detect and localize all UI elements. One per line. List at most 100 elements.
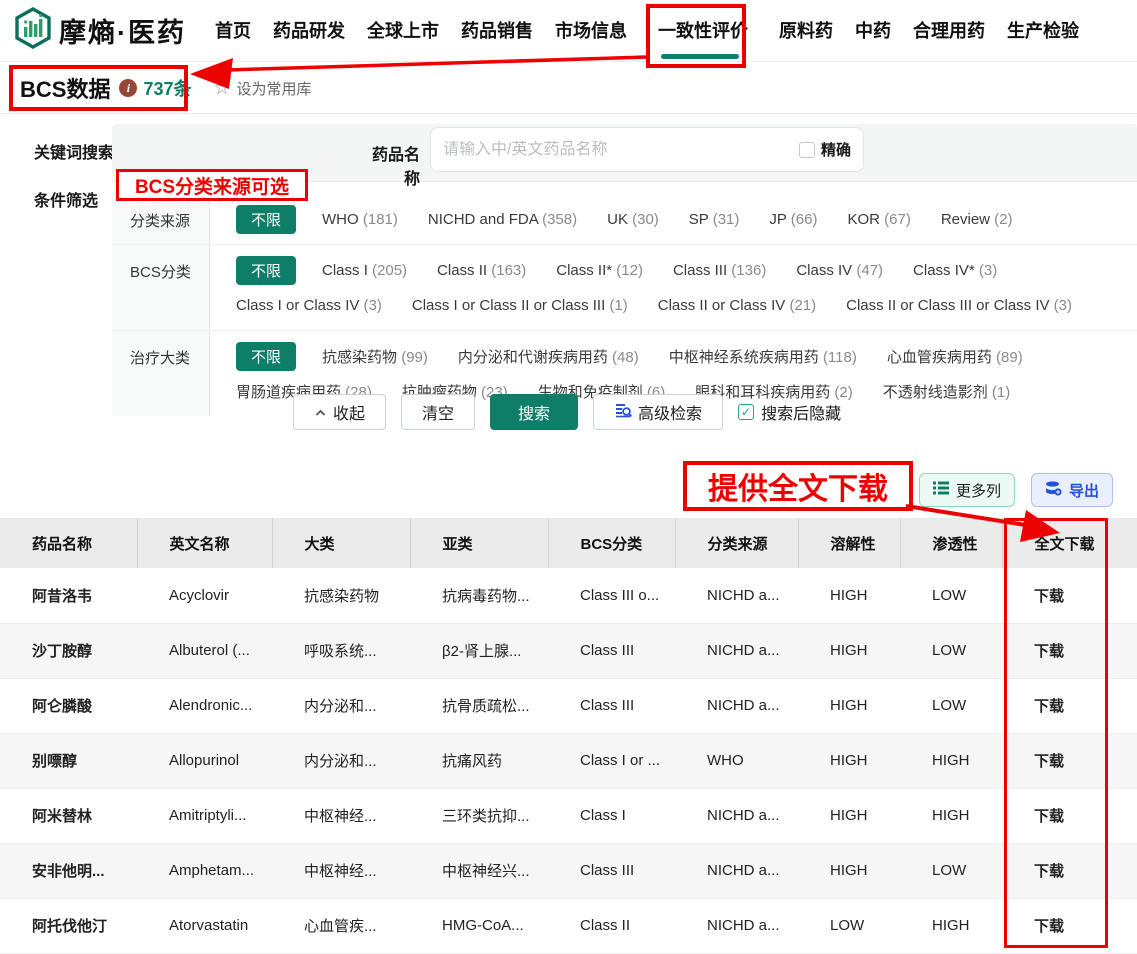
- download-link[interactable]: 下载: [1002, 678, 1137, 733]
- filter-option[interactable]: 抗感染药物 (99): [322, 346, 428, 367]
- column-header-8: 渗透性: [900, 518, 1002, 568]
- filter-option[interactable]: UK (30): [607, 211, 659, 228]
- drug-name-input[interactable]: [443, 141, 799, 159]
- more-columns-label: 更多列: [956, 480, 1001, 501]
- collapse-chevrons-icon: [314, 403, 327, 422]
- nav-item-2[interactable]: 药品研发: [273, 17, 345, 45]
- filter-option[interactable]: Class I (205): [322, 262, 407, 279]
- cell: Amphetam...: [137, 843, 272, 898]
- unlimited-button[interactable]: 不限: [236, 205, 296, 234]
- column-header-9: 全文下载: [1002, 518, 1137, 568]
- cell: NICHD a...: [675, 568, 798, 623]
- hide-after-search-label: 搜索后隐藏: [761, 400, 841, 424]
- hide-after-search-checkbox[interactable]: ✓ 搜索后隐藏: [738, 400, 841, 424]
- cell: NICHD a...: [675, 843, 798, 898]
- drug-name-link[interactable]: 阿仑膦酸: [0, 678, 137, 733]
- export-button[interactable]: 导出: [1031, 473, 1113, 507]
- download-link[interactable]: 下载: [1002, 568, 1137, 623]
- cell: 三环类抗抑...: [410, 788, 548, 843]
- filter-option[interactable]: Review (2): [941, 211, 1013, 228]
- brand-hexagon-icon: [14, 7, 52, 54]
- nav-item-3[interactable]: 全球上市: [367, 17, 439, 45]
- download-link[interactable]: 下载: [1002, 898, 1137, 953]
- exact-checkbox[interactable]: [799, 142, 815, 158]
- cell: Class III: [548, 678, 675, 733]
- set-favorite-button[interactable]: ☆ 设为常用库: [214, 78, 312, 99]
- filter-option[interactable]: Class I or Class IV (3): [236, 297, 382, 314]
- drug-name-link[interactable]: 阿托伐他汀: [0, 898, 137, 953]
- filter-option[interactable]: Class I or Class II or Class III (1): [412, 297, 628, 314]
- drug-name-link[interactable]: 阿昔洛韦: [0, 568, 137, 623]
- info-icon[interactable]: i: [119, 79, 137, 97]
- cell: β2-肾上腺...: [410, 623, 548, 678]
- filter-option[interactable]: NICHD and FDA (358): [428, 211, 577, 228]
- drug-name-input-box: 精确: [430, 127, 864, 172]
- advanced-search-button[interactable]: 高级检索: [593, 394, 723, 430]
- download-link[interactable]: 下载: [1002, 788, 1137, 843]
- clear-button[interactable]: 清空: [401, 394, 475, 430]
- cell: NICHD a...: [675, 623, 798, 678]
- cell: 呼吸系统...: [272, 623, 410, 678]
- filter-option[interactable]: JP (66): [769, 211, 817, 228]
- download-link[interactable]: 下载: [1002, 623, 1137, 678]
- more-columns-button[interactable]: 更多列: [919, 473, 1015, 507]
- filter-option[interactable]: KOR (67): [847, 211, 910, 228]
- table-row-3: 阿仑膦酸Alendronic...内分泌和...抗骨质疏松...Class II…: [0, 678, 1137, 733]
- download-link[interactable]: 下载: [1002, 843, 1137, 898]
- condition-filter-label: 条件筛选: [34, 187, 98, 211]
- nav-item-1[interactable]: 首页: [215, 17, 251, 45]
- filter-option[interactable]: Class II* (12): [556, 262, 643, 279]
- drug-name-link[interactable]: 别嘌醇: [0, 733, 137, 788]
- filter-option[interactable]: Class IV* (3): [913, 262, 997, 279]
- filter-option[interactable]: Class II or Class III or Class IV (3): [846, 297, 1072, 314]
- cell: HIGH: [900, 788, 1002, 843]
- table-row-2: 沙丁胺醇Albuterol (...呼吸系统...β2-肾上腺...Class …: [0, 623, 1137, 678]
- unlimited-button[interactable]: 不限: [236, 256, 296, 285]
- filter-option[interactable]: SP (31): [689, 211, 740, 228]
- filter-option[interactable]: 心血管疾病用药 (89): [887, 346, 1023, 367]
- collapse-button[interactable]: 收起: [293, 394, 386, 430]
- filter-row-BCS分类: BCS分类不限Class I (205)Class II (163)Class …: [112, 245, 1137, 331]
- brand-logo[interactable]: 摩熵·医药: [14, 7, 186, 54]
- cell: HIGH: [798, 788, 900, 843]
- brand-title: 摩熵·医药: [59, 11, 186, 50]
- filter-option[interactable]: Class II (163): [437, 262, 526, 279]
- table-row-7: 阿托伐他汀Atorvastatin心血管疾...HMG-CoA...Class …: [0, 898, 1137, 953]
- cell: 抗感染药物: [272, 568, 410, 623]
- nav-item-5[interactable]: 市场信息: [555, 17, 627, 45]
- nav-item-7[interactable]: 原料药: [779, 17, 833, 45]
- unlimited-button[interactable]: 不限: [236, 342, 296, 371]
- nav-item-6[interactable]: 一致性评价: [658, 17, 748, 45]
- filter-option[interactable]: 内分泌和代谢疾病用药 (48): [458, 346, 639, 367]
- nav-item-8[interactable]: 中药: [855, 17, 891, 45]
- nav-item-10[interactable]: 生产检验: [1007, 17, 1079, 45]
- cell: 内分泌和...: [272, 678, 410, 733]
- filter-option[interactable]: WHO (181): [322, 211, 398, 228]
- cell: NICHD a...: [675, 788, 798, 843]
- active-tab-underline: [661, 54, 739, 59]
- cell: LOW: [900, 623, 1002, 678]
- drug-name-link[interactable]: 阿米替林: [0, 788, 137, 843]
- cell: HMG-CoA...: [410, 898, 548, 953]
- nav-item-9[interactable]: 合理用药: [913, 17, 985, 45]
- cell: NICHD a...: [675, 678, 798, 733]
- download-link[interactable]: 下载: [1002, 733, 1137, 788]
- search-button[interactable]: 搜索: [490, 394, 578, 430]
- filter-option[interactable]: Class IV (47): [796, 262, 883, 279]
- column-header-7: 溶解性: [798, 518, 900, 568]
- table-row-4: 别嘌醇Allopurinol内分泌和...抗痛风药Class I or ...W…: [0, 733, 1137, 788]
- filter-option[interactable]: 中枢神经系统疾病用药 (118): [669, 346, 857, 367]
- top-navigation: 摩熵·医药 首页药品研发全球上市药品销售市场信息 一致性评价 原料药中药合理用药生产…: [0, 0, 1137, 62]
- checkbox-checked-icon: ✓: [738, 404, 754, 420]
- filter-option[interactable]: Class II or Class IV (21): [658, 297, 816, 314]
- filter-option[interactable]: Class III (136): [673, 262, 766, 279]
- drug-name-link[interactable]: 沙丁胺醇: [0, 623, 137, 678]
- nav-item-4[interactable]: 药品销售: [461, 17, 533, 45]
- advanced-search-icon: [614, 402, 632, 423]
- search-filter-form: 关键词搜索 条件筛选 药品名称 精确 分类来源不限WHO (181)NICHD …: [0, 114, 1137, 394]
- filter-option[interactable]: 不透射线造影剂 (1): [883, 381, 1011, 402]
- cell: LOW: [900, 678, 1002, 733]
- cell: 抗病毒药物...: [410, 568, 548, 623]
- drug-name-link[interactable]: 安非他明...: [0, 843, 137, 898]
- cell: Class III: [548, 843, 675, 898]
